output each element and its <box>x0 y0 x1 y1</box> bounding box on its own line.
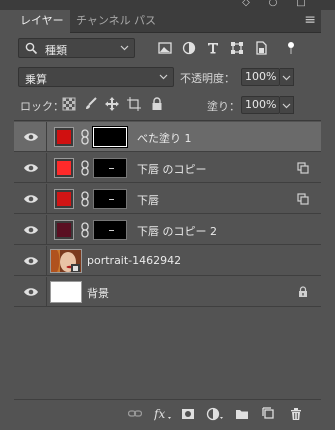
mask-mark <box>109 199 114 200</box>
layer-row[interactable]: べた塗り 1 <box>14 122 321 152</box>
layer-name: べた塗り 1 <box>137 132 192 145</box>
divider <box>46 277 47 307</box>
type-filter-icon[interactable] <box>206 41 220 55</box>
filter-toggle-icon[interactable] <box>284 41 298 55</box>
lock-position-icon[interactable] <box>105 97 119 111</box>
lock-icon[interactable] <box>297 286 309 298</box>
layer-name: 下唇 のコピー <box>137 163 207 176</box>
color-swatch <box>57 130 71 144</box>
panel-footer: fx <box>14 399 321 428</box>
filter-kind-select[interactable]: 種類 <box>18 38 135 58</box>
blend-mode-label: 乗算 <box>25 73 47 86</box>
circle-icon[interactable]: ○ <box>262 0 284 9</box>
layer-name: 背景 <box>87 287 109 300</box>
tab-channels[interactable]: チャンネル <box>70 10 137 32</box>
diamond-icon[interactable]: ◇ <box>235 0 257 9</box>
mask-mark <box>109 230 114 231</box>
svg-text:fx: fx <box>154 407 165 421</box>
layer-name: 下唇 <box>137 194 159 207</box>
layer-mask-thumbnail[interactable] <box>92 126 128 148</box>
chevron-down-icon <box>282 103 291 109</box>
blend-mode-select[interactable]: 乗算 <box>18 67 174 87</box>
layer-row[interactable]: 下唇 のコピー 2 <box>14 215 321 245</box>
panel-tabs: レイヤー チャンネル パス ≡ <box>14 10 321 33</box>
layers-panel: レイヤー チャンネル パス ≡ 種類 乗算 不透明度： 100% ロック： 塗り… <box>14 10 321 430</box>
color-swatch <box>57 192 71 206</box>
divider <box>46 153 47 183</box>
fill-color-thumbnail[interactable] <box>54 220 74 240</box>
color-swatch <box>57 161 71 175</box>
lock-artboard-icon[interactable] <box>127 97 141 111</box>
fx-icon[interactable]: fx <box>154 407 172 421</box>
adjustment-layer-icon[interactable] <box>206 407 224 421</box>
divider <box>46 184 47 214</box>
shape-filter-icon[interactable] <box>230 41 244 55</box>
chain-link-icon[interactable] <box>80 222 90 238</box>
mask-mark <box>109 168 114 169</box>
visibility-eye-icon[interactable] <box>23 255 39 267</box>
new-layer-icon[interactable] <box>262 407 276 421</box>
square-icon[interactable]: □ <box>290 0 312 9</box>
layer-row[interactable]: 下唇 のコピー <box>14 153 321 183</box>
lock-label: ロック： <box>20 100 64 113</box>
clipping-mask-icon <box>297 193 309 205</box>
adjustment-filter-icon[interactable] <box>182 41 196 55</box>
divider <box>46 246 47 276</box>
layer-mask-thumbnail[interactable] <box>93 158 127 178</box>
smart-object-filter-icon[interactable] <box>254 41 268 55</box>
link-layers-icon[interactable] <box>128 407 142 421</box>
fill-label: 塗り： <box>207 100 240 113</box>
visibility-eye-icon[interactable] <box>23 224 39 236</box>
new-group-icon[interactable] <box>235 407 249 421</box>
lock-transparent-pixels-icon[interactable] <box>62 97 76 111</box>
tab-layers[interactable]: レイヤー <box>14 10 70 33</box>
divider <box>14 120 321 121</box>
visibility-eye-icon[interactable] <box>23 286 39 298</box>
layer-row[interactable]: portrait-1462942 <box>14 246 321 276</box>
opacity-label: 不透明度： <box>180 72 235 85</box>
chevron-down-icon <box>282 75 291 81</box>
fill-dropdown[interactable] <box>280 96 294 114</box>
divider <box>46 122 47 152</box>
color-swatch <box>57 223 71 237</box>
fill-color-thumbnail[interactable] <box>54 189 74 209</box>
chain-link-icon[interactable] <box>80 129 90 145</box>
fill-color-thumbnail[interactable] <box>54 158 74 178</box>
layer-mask-thumbnail[interactable] <box>93 220 127 240</box>
visibility-eye-icon[interactable] <box>23 131 39 143</box>
opacity-dropdown[interactable] <box>280 68 294 86</box>
top-strip: ◇ ○ □ <box>0 0 335 10</box>
delete-layer-icon[interactable] <box>289 407 303 421</box>
filter-kind-label: 種類 <box>45 44 67 57</box>
chevron-down-icon <box>159 74 168 80</box>
fill-input[interactable]: 100% <box>241 96 280 114</box>
visibility-eye-icon[interactable] <box>23 162 39 174</box>
divider <box>46 215 47 245</box>
portrait-thumbnail[interactable] <box>50 249 82 273</box>
pixel-filter-icon[interactable] <box>158 41 172 55</box>
chain-link-icon[interactable] <box>80 191 90 207</box>
layer-mask-thumbnail[interactable] <box>93 189 127 209</box>
clipping-mask-icon <box>297 162 309 174</box>
layer-name: portrait-1462942 <box>87 254 182 267</box>
panel-menu-icon[interactable]: ≡ <box>304 12 316 28</box>
fill-color-thumbnail[interactable] <box>54 127 74 147</box>
background-thumbnail[interactable] <box>50 281 82 303</box>
layer-row[interactable]: 背景 <box>14 277 321 307</box>
portrait-image <box>51 250 81 272</box>
layer-row[interactable]: 下唇 <box>14 184 321 214</box>
chain-link-icon[interactable] <box>80 160 90 176</box>
lock-image-pixels-icon[interactable] <box>84 97 98 111</box>
tab-paths[interactable]: パス <box>128 10 162 32</box>
visibility-eye-icon[interactable] <box>23 193 39 205</box>
layer-name: 下唇 のコピー 2 <box>137 225 217 238</box>
chevron-down-icon <box>120 45 129 51</box>
search-icon <box>25 42 38 55</box>
opacity-input[interactable]: 100% <box>241 68 280 86</box>
lock-all-icon[interactable] <box>150 97 164 111</box>
add-mask-icon[interactable] <box>181 407 195 421</box>
